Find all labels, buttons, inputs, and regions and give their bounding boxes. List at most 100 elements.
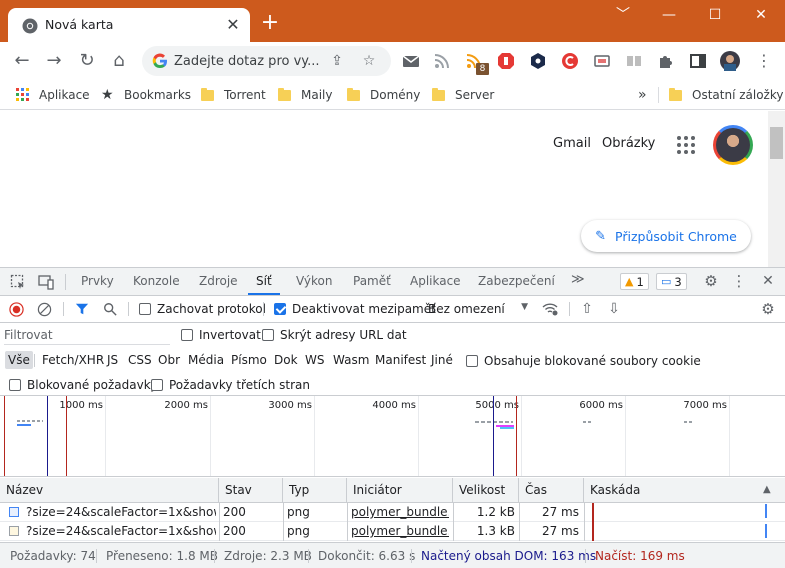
star-icon[interactable]: ☆ <box>360 52 378 70</box>
third-party-checkbox[interactable]: Požadavky třetích stran <box>151 378 310 392</box>
type-filter-wasm[interactable]: Wasm <box>330 351 372 369</box>
type-filter-font[interactable]: Písmo <box>228 351 270 369</box>
inspect-icon[interactable] <box>10 274 26 290</box>
row-initiator-link[interactable]: polymer_bundle... <box>351 522 449 541</box>
network-conditions-icon[interactable] <box>541 301 559 317</box>
hide-data-urls-checkbox[interactable]: Skrýt adresy URL dat <box>262 328 407 342</box>
search-icon[interactable] <box>103 302 117 316</box>
bookmark-maily[interactable]: Maily <box>278 86 332 104</box>
table-row[interactable]: ?size=24&scaleFactor=1x&showF... 200 png… <box>0 522 785 541</box>
type-filter-fetch[interactable]: Fetch/XHR <box>39 351 107 369</box>
disable-cache-checkbox[interactable]: Deaktivovat mezipaměť <box>274 302 436 316</box>
column-initiator[interactable]: Iniciátor <box>347 478 453 503</box>
type-filter-js[interactable]: JS <box>104 351 121 369</box>
bookmarks-more-button[interactable]: » <box>638 86 647 104</box>
clear-icon[interactable] <box>37 302 52 317</box>
type-filter-other[interactable]: Jiné <box>428 351 456 369</box>
gmail-link[interactable]: Gmail <box>553 136 591 151</box>
back-icon[interactable]: ← <box>11 50 33 72</box>
checkbox-box[interactable] <box>274 303 286 315</box>
scrollbar-thumb[interactable] <box>770 127 783 159</box>
row-initiator-link[interactable]: polymer_bundle... <box>351 503 449 522</box>
filter-icon[interactable] <box>75 302 89 316</box>
checkbox-box[interactable] <box>139 303 151 315</box>
record-icon[interactable] <box>9 302 24 317</box>
tab-security[interactable]: Zabezpečení <box>478 274 555 288</box>
type-filter-img[interactable]: Obr <box>155 351 183 369</box>
share-icon[interactable]: ⇪ <box>328 52 346 70</box>
blocked-cookies-checkbox[interactable]: Obsahuje blokované soubory cookie <box>466 354 701 368</box>
close-window-icon[interactable]: ✕ <box>738 4 784 26</box>
invert-checkbox[interactable]: Invertovat <box>181 328 261 342</box>
screenshot-extension-icon[interactable] <box>592 51 612 71</box>
reload-icon[interactable]: ↻ <box>76 50 98 72</box>
adblock-extension-icon[interactable] <box>496 51 516 71</box>
preserve-log-checkbox[interactable]: Zachovat protokol <box>139 302 266 316</box>
column-waterfall[interactable]: Kaskáda <box>584 478 785 503</box>
browser-tab[interactable]: Nová karta ✕ <box>8 8 250 42</box>
tab-console[interactable]: Konzole <box>133 274 180 288</box>
page-scrollbar[interactable] <box>768 111 785 267</box>
bookmark-domeny[interactable]: Domény <box>347 86 420 104</box>
gear-icon[interactable]: ⚙ <box>703 273 719 289</box>
tab-network[interactable]: Síť <box>256 274 272 288</box>
tab-sources[interactable]: Zdroje <box>199 274 238 288</box>
puzzle-icon[interactable] <box>656 51 676 71</box>
red-circle-extension-icon[interactable] <box>560 51 580 71</box>
mail-extension-icon[interactable] <box>401 51 421 71</box>
minimize-icon[interactable]: ﹀ <box>600 4 646 26</box>
menu-icon[interactable]: ⋮ <box>754 51 774 71</box>
table-row[interactable]: ?size=24&scaleFactor=1x&showF... 200 png… <box>0 503 785 522</box>
messages-badge[interactable]: ▭ 3 <box>656 273 687 290</box>
type-filter-manifest[interactable]: Manifest <box>372 351 429 369</box>
feed-extension-icon[interactable] <box>432 51 452 71</box>
omnibox[interactable]: ⇪ ☆ <box>142 46 391 76</box>
blocked-requests-checkbox[interactable]: Blokované požadavky <box>9 378 157 392</box>
tab-application[interactable]: Aplikace <box>410 274 461 288</box>
bookmark-server[interactable]: Server <box>432 86 494 104</box>
type-filter-css[interactable]: CSS <box>125 351 155 369</box>
reader-extension-icon[interactable] <box>624 51 644 71</box>
side-panel-icon[interactable] <box>688 51 708 71</box>
throttling-select[interactable]: Bez omezení ▼ <box>428 302 530 318</box>
warnings-badge[interactable]: ▲ 1 <box>620 273 649 290</box>
filter-input[interactable] <box>4 326 170 345</box>
home-icon[interactable]: ⌂ <box>108 50 130 72</box>
column-type[interactable]: Typ <box>283 478 347 503</box>
bookmark-bookmarks[interactable]: ★ Bookmarks <box>101 86 191 104</box>
tab-elements[interactable]: Prvky <box>81 274 114 288</box>
close-devtools-icon[interactable]: ✕ <box>760 273 776 289</box>
google-apps-icon[interactable] <box>677 136 695 154</box>
type-filter-media[interactable]: Média <box>185 351 227 369</box>
checkbox-box[interactable] <box>181 329 193 341</box>
column-name[interactable]: Název <box>0 478 219 503</box>
profile-avatar[interactable] <box>720 51 740 71</box>
bookmark-apps[interactable]: Aplikace <box>16 86 90 104</box>
checkbox-box[interactable] <box>466 355 478 367</box>
new-tab-button[interactable]: + <box>258 12 282 36</box>
restore-icon[interactable]: — <box>646 4 692 26</box>
column-time[interactable]: Čas <box>519 478 584 503</box>
column-status[interactable]: Stav <box>219 478 283 503</box>
type-filter-ws[interactable]: WS <box>302 351 327 369</box>
hexagon-extension-icon[interactable] <box>528 51 548 71</box>
tab-performance[interactable]: Výkon <box>296 274 332 288</box>
column-size[interactable]: Velikost <box>453 478 519 503</box>
type-filter-all[interactable]: Vše <box>5 351 33 369</box>
checkbox-box[interactable] <box>9 379 21 391</box>
export-har-icon[interactable]: ⇩ <box>607 301 621 317</box>
maximize-icon[interactable]: ☐ <box>692 4 738 26</box>
type-filter-doc[interactable]: Dok <box>271 351 301 369</box>
more-tabs-button[interactable]: ≫ <box>571 272 585 287</box>
bookmark-torrent[interactable]: Torrent <box>201 86 266 104</box>
omnibox-input[interactable] <box>174 50 324 72</box>
checkbox-box[interactable] <box>262 329 274 341</box>
network-settings-gear-icon[interactable]: ⚙ <box>760 301 776 317</box>
account-avatar[interactable] <box>713 125 753 165</box>
import-har-icon[interactable]: ⇧ <box>580 301 594 317</box>
tab-memory[interactable]: Paměť <box>353 274 391 288</box>
checkbox-box[interactable] <box>151 379 163 391</box>
forward-icon[interactable]: → <box>43 50 65 72</box>
images-link[interactable]: Obrázky <box>602 136 655 151</box>
device-toolbar-icon[interactable] <box>38 274 54 290</box>
